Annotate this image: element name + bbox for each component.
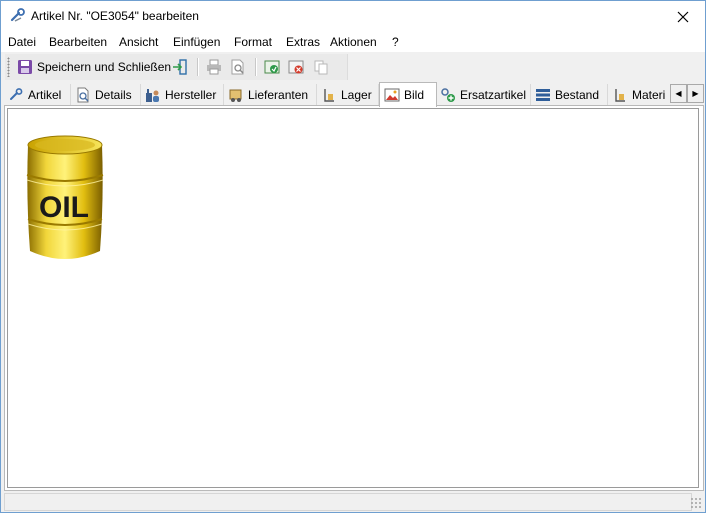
tab-label: Bestand (555, 87, 600, 102)
tab-label: Artikel (28, 87, 62, 102)
exit-button[interactable] (172, 56, 188, 78)
tab-label: Lager (341, 87, 372, 102)
artikel-icon (10, 87, 23, 100)
print-preview-button[interactable] (230, 56, 246, 78)
menu-extras[interactable]: Extras (286, 35, 320, 49)
menu-aktionen[interactable]: Aktionen (330, 35, 377, 49)
print-button[interactable] (206, 56, 222, 78)
toolbar-separator (197, 58, 199, 76)
tab-label: Hersteller (165, 87, 217, 102)
bild-icon (384, 88, 400, 102)
delete-button[interactable] (288, 56, 304, 78)
menu-help[interactable]: ? (392, 35, 399, 49)
status-bar (1, 491, 705, 512)
copy-button[interactable] (313, 56, 329, 78)
exit-icon (173, 59, 187, 75)
status-panel (4, 493, 692, 511)
lager-icon (324, 88, 334, 102)
close-icon (677, 11, 689, 22)
hersteller-icon (146, 88, 159, 102)
save-close-label: Speichern und Schließen (37, 60, 172, 74)
title-bar: Artikel Nr. "OE3054" bearbeiten (1, 1, 705, 32)
details-icon (77, 87, 89, 102)
bestand-icon (536, 88, 550, 101)
menu-format[interactable]: Format (234, 35, 272, 49)
tab-label: Details (95, 87, 132, 102)
refresh-icon (264, 60, 280, 74)
toolbar: Speichern und Schließen (1, 52, 705, 82)
tab-bestand[interactable]: Bestand (531, 84, 608, 105)
tab-details[interactable]: Details (71, 84, 141, 105)
tab-label: Materi (632, 87, 666, 102)
tab-content-panel: OIL (4, 105, 704, 491)
toolbar-grip[interactable] (7, 57, 10, 77)
window: Artikel Nr. "OE3054" bearbeiten Datei Be… (0, 0, 706, 513)
tab-ersatzartikel[interactable]: Ersatzartikel (436, 84, 531, 105)
menu-einfuegen[interactable]: Einfügen (173, 35, 220, 49)
copy-icon (314, 60, 328, 75)
close-button[interactable] (661, 1, 705, 32)
save-icon (18, 60, 32, 74)
tab-label: Ersatzartikel (460, 87, 527, 102)
menu-bar: Datei Bearbeiten Ansicht Einfügen Format… (1, 32, 705, 52)
tab-lieferanten[interactable]: Lieferanten (224, 84, 317, 105)
tab-hersteller[interactable]: Hersteller (141, 84, 224, 105)
refresh-button[interactable] (264, 56, 280, 78)
arrow-left-icon: ◀ (675, 89, 682, 98)
delete-icon (288, 60, 304, 74)
tab-label: Bild (404, 88, 425, 102)
tab-material[interactable]: Materi (608, 84, 668, 105)
resize-grip[interactable] (690, 497, 702, 509)
toolbar-separator (255, 58, 257, 76)
lieferanten-icon (229, 89, 242, 102)
ersatzartikel-icon (441, 87, 455, 102)
tab-bild[interactable]: Bild (379, 82, 437, 107)
save-close-button[interactable]: Speichern und Schließen (17, 56, 171, 78)
menu-bearbeiten[interactable]: Bearbeiten (49, 35, 107, 49)
tab-strip: Artikel Details Hersteller Lieferanten L… (1, 82, 705, 107)
wrench-icon (10, 8, 25, 22)
tab-label: Lieferanten (248, 87, 309, 102)
material-icon (615, 88, 625, 102)
tab-scroll-right-button[interactable]: ▶ (687, 84, 704, 103)
tab-scroll-left-button[interactable]: ◀ (670, 84, 687, 103)
tab-lager[interactable]: Lager (317, 84, 379, 105)
menu-datei[interactable]: Datei (8, 35, 36, 49)
arrow-right-icon: ▶ (692, 89, 699, 98)
menu-ansicht[interactable]: Ansicht (119, 35, 158, 49)
window-title: Artikel Nr. "OE3054" bearbeiten (31, 9, 199, 23)
print-icon (207, 59, 221, 75)
barrel-label: OIL (39, 191, 89, 224)
oil-barrel-image: OIL (26, 135, 104, 259)
image-frame[interactable]: OIL (7, 108, 699, 488)
tab-artikel[interactable]: Artikel (4, 84, 71, 105)
print-preview-icon (231, 59, 244, 75)
